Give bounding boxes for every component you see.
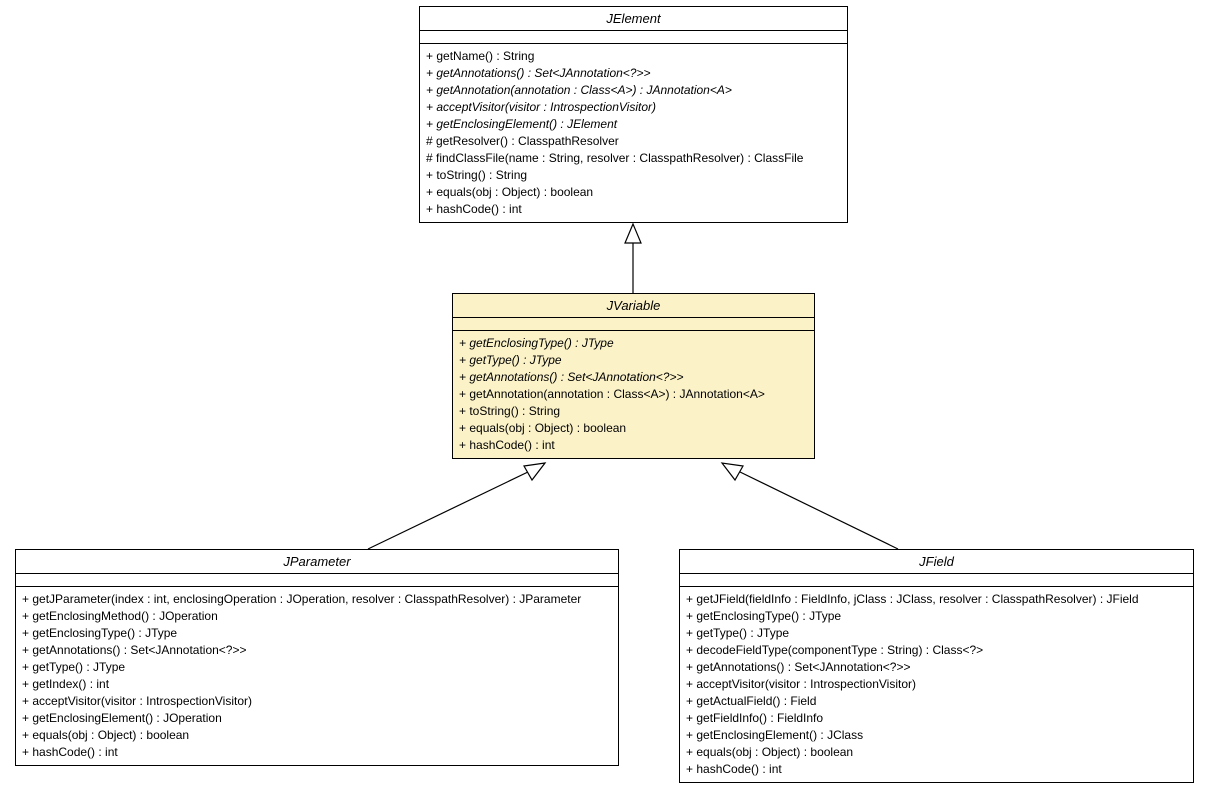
uml-method: + getEnclosingType() : JType: [459, 335, 808, 352]
class-methods-jelement: + getName() : String+ getAnnotations() :…: [420, 44, 847, 222]
uml-method: + getAnnotations() : Set<JAnnotation<?>>: [459, 369, 808, 386]
uml-method: + getType() : JType: [22, 659, 612, 676]
uml-method: + getActualField() : Field: [686, 693, 1187, 710]
uml-method: + getAnnotation(annotation : Class<A>) :…: [426, 82, 841, 99]
class-methods-jvariable: + getEnclosingType() : JType+ getType() …: [453, 331, 814, 458]
class-title-jelement: JElement: [420, 7, 847, 31]
uml-method: + getFieldInfo() : FieldInfo: [686, 710, 1187, 727]
uml-method: + acceptVisitor(visitor : IntrospectionV…: [686, 676, 1187, 693]
class-attrs-jparameter: [16, 574, 618, 587]
uml-method: + acceptVisitor(visitor : IntrospectionV…: [22, 693, 612, 710]
uml-method: + equals(obj : Object) : boolean: [22, 727, 612, 744]
uml-method: + getEnclosingMethod() : JOperation: [22, 608, 612, 625]
class-jparameter: JParameter + getJParameter(index : int, …: [15, 549, 619, 766]
class-jfield: JField + getJField(fieldInfo : FieldInfo…: [679, 549, 1194, 783]
uml-method: + getAnnotation(annotation : Class<A>) :…: [459, 386, 808, 403]
uml-method: + toString() : String: [426, 167, 841, 184]
class-jelement: JElement + getName() : String+ getAnnota…: [419, 6, 848, 223]
class-title-jvariable: JVariable: [453, 294, 814, 318]
uml-method: + equals(obj : Object) : boolean: [426, 184, 841, 201]
class-attrs-jfield: [680, 574, 1193, 587]
uml-method: + acceptVisitor(visitor : IntrospectionV…: [426, 99, 841, 116]
uml-method: + getName() : String: [426, 48, 841, 65]
class-jvariable: JVariable + getEnclosingType() : JType+ …: [452, 293, 815, 459]
uml-method: + equals(obj : Object) : boolean: [459, 420, 808, 437]
uml-method: + getJField(fieldInfo : FieldInfo, jClas…: [686, 591, 1187, 608]
uml-method: + getAnnotations() : Set<JAnnotation<?>>: [686, 659, 1187, 676]
uml-method: # findClassFile(name : String, resolver …: [426, 150, 841, 167]
uml-method: + getEnclosingElement() : JElement: [426, 116, 841, 133]
uml-method: + getEnclosingType() : JType: [22, 625, 612, 642]
class-title-jparameter: JParameter: [16, 550, 618, 574]
uml-method: + getIndex() : int: [22, 676, 612, 693]
class-attrs-jvariable: [453, 318, 814, 331]
uml-method: + getJParameter(index : int, enclosingOp…: [22, 591, 612, 608]
uml-method: + getType() : JType: [459, 352, 808, 369]
uml-method: + decodeFieldType(componentType : String…: [686, 642, 1187, 659]
uml-method: + getAnnotations() : Set<JAnnotation<?>>: [426, 65, 841, 82]
class-methods-jfield: + getJField(fieldInfo : FieldInfo, jClas…: [680, 587, 1193, 782]
class-attrs-jelement: [420, 31, 847, 44]
uml-method: + getEnclosingType() : JType: [686, 608, 1187, 625]
uml-method: + hashCode() : int: [426, 201, 841, 218]
class-title-jfield: JField: [680, 550, 1193, 574]
uml-method: + hashCode() : int: [686, 761, 1187, 778]
uml-method: + equals(obj : Object) : boolean: [686, 744, 1187, 761]
uml-method: + getEnclosingElement() : JClass: [686, 727, 1187, 744]
uml-method: + hashCode() : int: [459, 437, 808, 454]
uml-method: + hashCode() : int: [22, 744, 612, 761]
uml-method: + getAnnotations() : Set<JAnnotation<?>>: [22, 642, 612, 659]
uml-method: + getEnclosingElement() : JOperation: [22, 710, 612, 727]
uml-method: # getResolver() : ClasspathResolver: [426, 133, 841, 150]
class-methods-jparameter: + getJParameter(index : int, enclosingOp…: [16, 587, 618, 765]
uml-method: + getType() : JType: [686, 625, 1187, 642]
uml-method: + toString() : String: [459, 403, 808, 420]
